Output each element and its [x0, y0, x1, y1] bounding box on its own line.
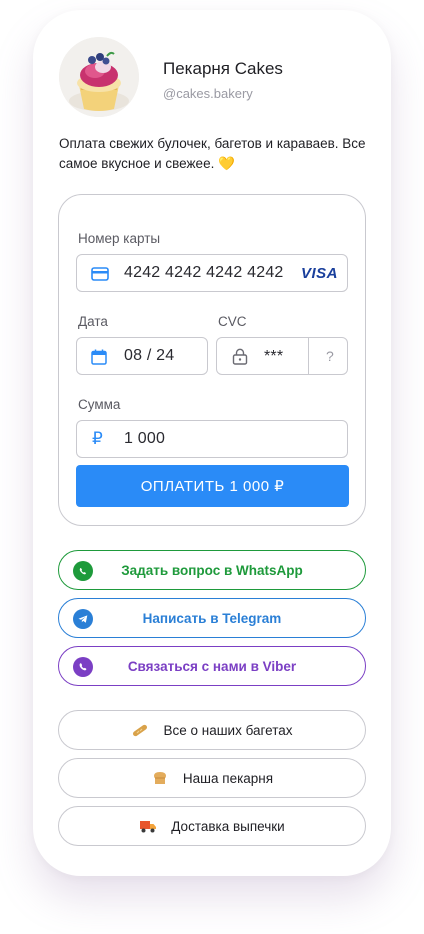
telegram-icon	[73, 609, 93, 629]
date-field[interactable]: 08 / 24	[76, 337, 208, 375]
cupcake-image	[59, 37, 139, 117]
card-number-value: 4242 4242 4242 4242	[124, 264, 284, 281]
cvc-field[interactable]: *** ?	[216, 337, 348, 375]
lock-icon	[232, 348, 248, 365]
amount-label: Сумма	[78, 397, 121, 412]
telegram-label: Написать в Telegram	[142, 610, 282, 626]
link-delivery-label: Доставка выпечки	[171, 818, 285, 834]
cvc-divider	[308, 338, 309, 374]
pay-button[interactable]: ОПЛАТИТЬ 1 000 ₽	[76, 465, 349, 507]
viber-button[interactable]: Связаться с нами в Viber	[58, 646, 366, 686]
whatsapp-label: Задать вопрос в WhatsApp	[121, 562, 303, 578]
credit-card-icon	[91, 267, 109, 281]
whatsapp-icon	[73, 561, 93, 581]
telegram-button[interactable]: Написать в Telegram	[58, 598, 366, 638]
profile-handle: @cakes.bakery	[163, 86, 253, 101]
bread-icon	[151, 769, 169, 787]
profile-header: Пекарня Cakes @cakes.bakery	[59, 37, 369, 117]
link-baguettes-label: Все о наших багетах	[163, 722, 293, 738]
date-label: Дата	[78, 314, 108, 329]
cvc-value: ***	[264, 348, 284, 365]
profile-description: Оплата свежих булочек, багетов и каравае…	[59, 136, 366, 171]
calendar-icon	[91, 349, 107, 365]
card-number-label: Номер карты	[78, 231, 161, 246]
link-bakery-label: Наша пекарня	[182, 770, 274, 786]
cvc-label: CVC	[218, 314, 247, 329]
amount-field[interactable]: ₽ 1 000	[76, 420, 348, 458]
profile-name: Пекарня Cakes	[163, 59, 283, 78]
phone-frame: Пекарня Cakes @cakes.bakery Оплата свежи…	[33, 10, 391, 876]
card-number-field[interactable]: 4242 4242 4242 4242 VISA	[76, 254, 348, 292]
avatar	[59, 37, 139, 117]
amount-value: 1 000	[124, 430, 166, 447]
viber-label: Связаться с нами в Viber	[127, 658, 297, 674]
whatsapp-button[interactable]: Задать вопрос в WhatsApp	[58, 550, 366, 590]
payment-form: Номер карты 4242 4242 4242 4242 VISA Дат…	[58, 194, 366, 526]
ruble-icon: ₽	[92, 429, 103, 448]
viber-icon	[73, 657, 93, 677]
baguette-icon	[131, 721, 149, 739]
delivery-truck-icon	[139, 818, 157, 834]
date-value: 08 / 24	[124, 347, 175, 364]
cvc-help-icon[interactable]: ?	[326, 348, 334, 364]
visa-logo: VISA	[300, 265, 338, 282]
link-bakery[interactable]: Наша пекарня	[58, 758, 366, 798]
link-baguettes[interactable]: Все о наших багетах	[58, 710, 366, 750]
link-delivery[interactable]: Доставка выпечки	[58, 806, 366, 846]
